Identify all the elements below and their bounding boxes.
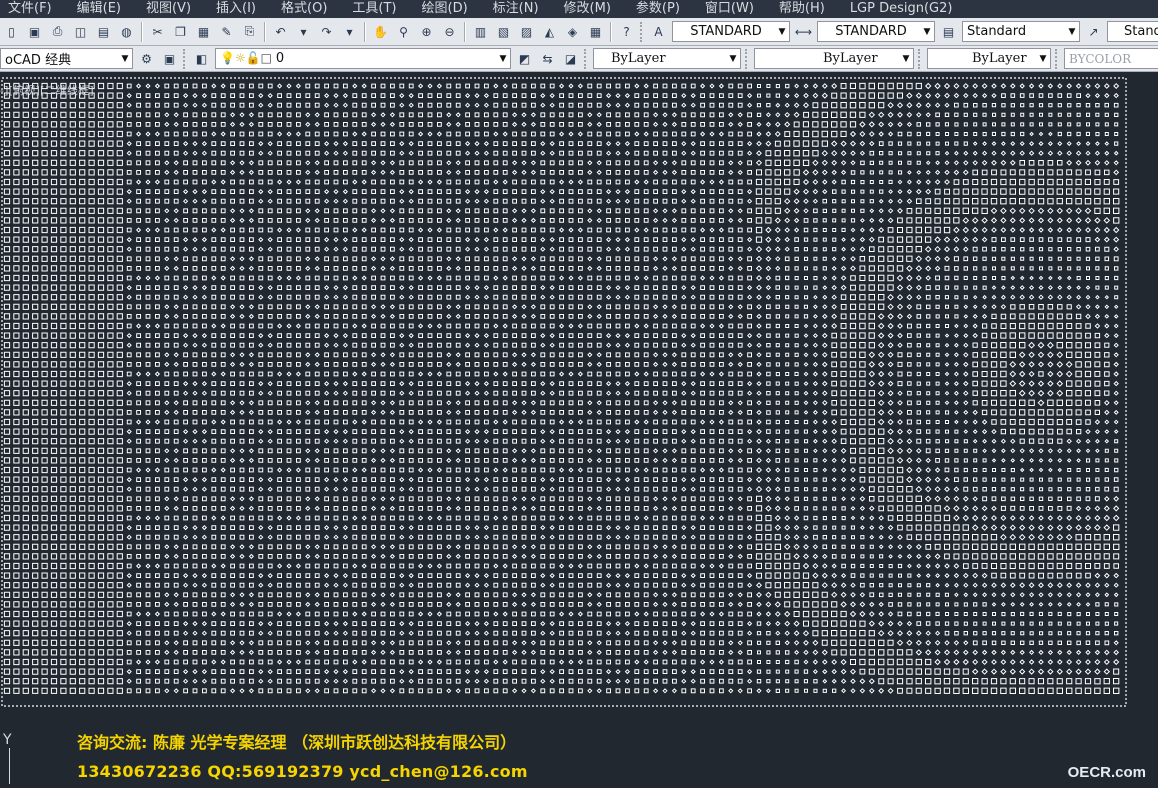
redo-icon[interactable]: ↷ (316, 21, 337, 42)
menu-lgp-design[interactable]: LGP Design(G2) (841, 0, 953, 18)
zoom-previous-icon[interactable]: ⊖ (439, 21, 460, 42)
layer-dropdown[interactable]: 💡☼🔓□ 0 ▼ (215, 48, 511, 69)
standard-toolbar: ▯ ▣ ⎙ ◫ ▤ ◍ ✂ ❐ ▦ ✎ ⎘ ↶ ▾ ↷ ▾ ✋ ⚲ ⊕ ⊖ ▥ … (0, 18, 1158, 46)
drawing-viewport[interactable]: -][俯视][二维线框] Y 咨询交流: 陈廉 光学专案经理 （深圳市跃创达科技… (0, 72, 1158, 788)
menu-file[interactable]: 文件(F) (0, 0, 52, 18)
toolbar-grip[interactable] (1055, 48, 1059, 69)
design-center-panel-icon[interactable]: ▧ (493, 21, 514, 42)
undo-icon[interactable]: ↶ (270, 21, 291, 42)
toolbar-grip[interactable] (584, 48, 588, 69)
zoom-window-icon[interactable]: ⊕ (416, 21, 437, 42)
table-style-icon[interactable]: ▤ (938, 21, 959, 42)
layer-state-icons: 💡☼🔓□ 0 (220, 51, 285, 66)
workspace-settings-icon[interactable]: ⚙ (136, 48, 157, 69)
redo-dropdown-icon[interactable]: ▾ (339, 21, 360, 42)
contact-info-line1: 咨询交流: 陈廉 光学专案经理 （深圳市跃创达科技有限公司） (77, 733, 517, 752)
toolbar-grip[interactable] (745, 48, 749, 69)
layer-states-icon[interactable]: ◪ (560, 48, 581, 69)
separator (464, 21, 466, 42)
tool-palettes-icon[interactable]: ▨ (516, 21, 537, 42)
separator (610, 21, 612, 42)
menu-parametric[interactable]: 参数(P) (627, 0, 680, 18)
linetype-dropdown[interactable]: ByLayer ▼ (754, 48, 914, 69)
contact-info-line2: 13430672236 QQ:569192379 ycd_chen@126.co… (77, 762, 528, 781)
ucs-y-axis-label: Y (3, 732, 12, 748)
separator (264, 21, 266, 42)
markup-icon[interactable]: ◈ (562, 21, 583, 42)
layer-properties-icon[interactable]: ◧ (191, 48, 212, 69)
block-editor-icon[interactable]: ⎘ (239, 21, 260, 42)
menu-window[interactable]: 窗口(W) (696, 0, 754, 18)
menu-edit[interactable]: 编辑(E) (68, 0, 121, 18)
ucs-icon (9, 748, 10, 784)
calculator-icon[interactable]: ▦ (585, 21, 606, 42)
menu-format[interactable]: 格式(O) (272, 0, 327, 18)
save-icon[interactable]: ▣ (24, 21, 45, 42)
chevron-down-icon: ▼ (499, 53, 507, 64)
chevron-down-icon: ▼ (1068, 26, 1076, 37)
multileader-style-icon[interactable]: ↗ (1083, 21, 1104, 42)
toolbar-grip[interactable] (640, 21, 644, 42)
plotstyle-dropdown[interactable]: BYCOLOR (1064, 48, 1158, 69)
toolbar-grip[interactable] (918, 48, 922, 69)
menu-help[interactable]: 帮助(H) (770, 0, 825, 18)
chevron-down-icon: ▼ (729, 53, 737, 64)
chevron-down-icon: ▼ (778, 26, 786, 37)
chevron-down-icon: ▼ (121, 53, 129, 64)
properties-icon[interactable]: ▥ (470, 21, 491, 42)
lineweight-dropdown[interactable]: ByLayer ▼ (927, 48, 1051, 69)
make-object-layer-current-icon[interactable]: ◩ (514, 48, 535, 69)
copy-icon[interactable]: ❐ (170, 21, 191, 42)
help-icon[interactable]: ? (616, 21, 637, 42)
new-file-icon[interactable]: ▯ (1, 21, 22, 42)
text-style-dropdown[interactable]: STANDARD ▼ (672, 21, 790, 42)
workspace-dropdown[interactable]: oCAD 经典 ▼ (0, 48, 133, 69)
design-center-icon[interactable]: ◍ (116, 21, 137, 42)
light-guide-dot-pattern (1, 77, 1127, 707)
square-dots (3, 82, 1120, 694)
menu-view[interactable]: 视图(V) (137, 0, 191, 18)
menu-insert[interactable]: 插入(I) (207, 0, 256, 18)
undo-dropdown-icon[interactable]: ▾ (293, 21, 314, 42)
customize-icon[interactable]: ▣ (159, 48, 180, 69)
publish-icon[interactable]: ▤ (93, 21, 114, 42)
text-style-icon[interactable]: A (648, 21, 669, 42)
sheet-set-icon[interactable]: ◭ (539, 21, 560, 42)
multileader-style-dropdown[interactable]: Standard (1107, 21, 1158, 42)
plot-preview-icon[interactable]: ◫ (70, 21, 91, 42)
layer-previous-icon[interactable]: ⇆ (537, 48, 558, 69)
cad-window: 文件(F) 编辑(E) 视图(V) 插入(I) 格式(O) 工具(T) 绘图(D… (0, 0, 1158, 788)
dim-style-dropdown[interactable]: STANDARD ▼ (817, 21, 935, 42)
separator (141, 21, 143, 42)
menu-modify[interactable]: 修改(M) (555, 0, 611, 18)
match-properties-icon[interactable]: ✎ (216, 21, 237, 42)
pan-icon[interactable]: ✋ (370, 21, 391, 42)
diamond-dots (126, 82, 1120, 694)
color-dropdown[interactable]: ByLayer ▼ (593, 48, 741, 69)
toolbar-grip[interactable] (183, 48, 187, 69)
zoom-realtime-icon[interactable]: ⚲ (393, 21, 414, 42)
menu-bar: 文件(F) 编辑(E) 视图(V) 插入(I) 格式(O) 工具(T) 绘图(D… (0, 0, 1158, 18)
viewport-controls-label[interactable]: -][俯视][二维线框] (0, 82, 94, 98)
watermark-logo: OECR.com (1067, 764, 1146, 781)
chevron-down-icon: ▼ (1039, 53, 1047, 64)
table-style-dropdown[interactable]: Standard ▼ (962, 21, 1080, 42)
dim-style-icon[interactable]: ⟷ (793, 21, 814, 42)
menu-tools[interactable]: 工具(T) (343, 0, 396, 18)
separator (364, 21, 366, 42)
paste-icon[interactable]: ▦ (193, 21, 214, 42)
chevron-down-icon: ▼ (902, 53, 910, 64)
plot-icon[interactable]: ⎙ (47, 21, 68, 42)
chevron-down-icon: ▼ (923, 26, 931, 37)
cut-icon[interactable]: ✂ (147, 21, 168, 42)
layers-properties-toolbar: oCAD 经典 ▼ ⚙ ▣ ◧ 💡☼🔓□ 0 ▼ ◩ ⇆ ◪ ByLayer ▼ B… (0, 46, 1158, 72)
menu-dimension[interactable]: 标注(N) (484, 0, 539, 18)
menu-draw[interactable]: 绘图(D) (413, 0, 468, 18)
